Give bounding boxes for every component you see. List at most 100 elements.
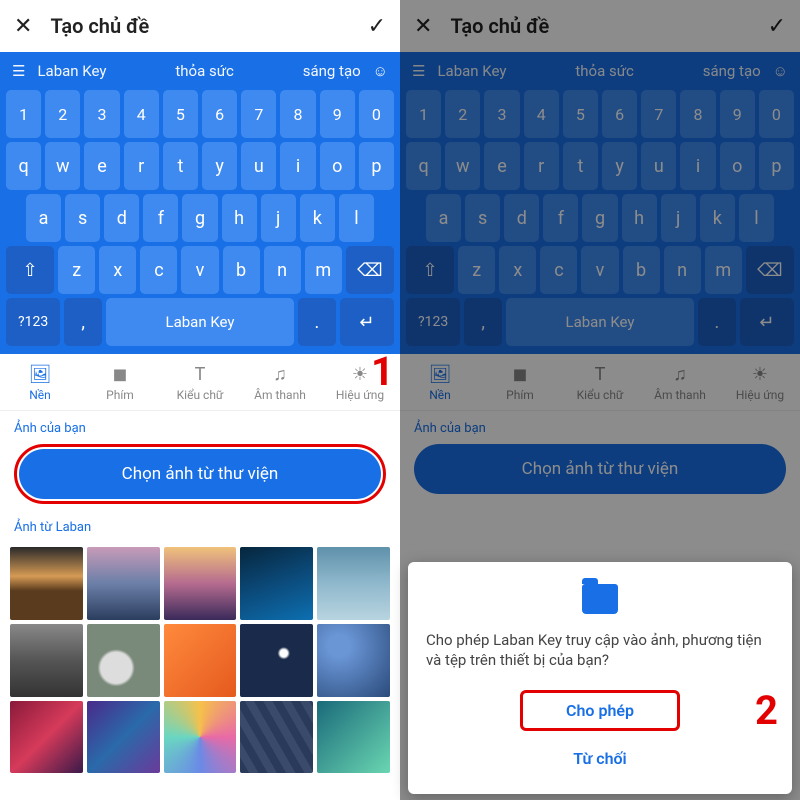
key-symbols[interactable]: ?123 bbox=[6, 298, 60, 346]
key[interactable]: 1 bbox=[406, 90, 441, 138]
key[interactable]: t bbox=[563, 142, 598, 190]
key-q[interactable]: q bbox=[6, 142, 41, 190]
wallpaper-thumb[interactable] bbox=[87, 547, 160, 620]
wallpaper-thumb[interactable] bbox=[10, 701, 83, 774]
tab-sound[interactable]: ♫Âm thanh bbox=[640, 354, 720, 410]
key[interactable]: 6 bbox=[602, 90, 637, 138]
key-n[interactable]: n bbox=[264, 246, 301, 294]
key-p[interactable]: p bbox=[359, 142, 394, 190]
suggest-word-1[interactable]: thỏa sức bbox=[118, 62, 290, 80]
key-4[interactable]: 4 bbox=[124, 90, 159, 138]
wallpaper-thumb[interactable] bbox=[240, 701, 313, 774]
key[interactable]: e bbox=[484, 142, 519, 190]
key[interactable]: 3 bbox=[484, 90, 519, 138]
confirm-icon[interactable]: ✓ bbox=[368, 14, 386, 39]
key[interactable]: m bbox=[705, 246, 742, 294]
wallpaper-thumb[interactable] bbox=[87, 624, 160, 697]
emoji-icon[interactable]: ☺ bbox=[773, 62, 788, 80]
key-g[interactable]: g bbox=[182, 194, 217, 242]
key-r[interactable]: r bbox=[124, 142, 159, 190]
key-u[interactable]: u bbox=[241, 142, 276, 190]
key[interactable]: w bbox=[445, 142, 480, 190]
key-a[interactable]: a bbox=[26, 194, 61, 242]
key[interactable]: y bbox=[602, 142, 637, 190]
key-l[interactable]: l bbox=[339, 194, 374, 242]
tab-background[interactable]: 🖼Nền bbox=[0, 354, 80, 410]
wallpaper-thumb[interactable] bbox=[317, 624, 390, 697]
key[interactable]: n bbox=[664, 246, 701, 294]
key-e[interactable]: e bbox=[84, 142, 119, 190]
key-d[interactable]: d bbox=[104, 194, 139, 242]
key[interactable]: 2 bbox=[445, 90, 480, 138]
key-8[interactable]: 8 bbox=[280, 90, 315, 138]
key-z[interactable]: z bbox=[58, 246, 95, 294]
key-backspace[interactable]: ⌫ bbox=[346, 246, 394, 294]
key[interactable]: 8 bbox=[680, 90, 715, 138]
key-h[interactable]: h bbox=[222, 194, 257, 242]
tab-effects[interactable]: ☀Hiệu ứng bbox=[720, 354, 800, 410]
key[interactable]: j bbox=[661, 194, 696, 242]
emoji-icon[interactable]: ☺ bbox=[373, 62, 388, 80]
close-icon[interactable]: ✕ bbox=[14, 14, 32, 39]
key-w[interactable]: w bbox=[45, 142, 80, 190]
suggest-word-2[interactable]: sáng tạo bbox=[703, 62, 761, 80]
key-period[interactable]: . bbox=[298, 298, 336, 346]
key-2[interactable]: 2 bbox=[45, 90, 80, 138]
suggest-word-2[interactable]: sáng tạo bbox=[303, 62, 361, 80]
allow-button[interactable]: Cho phép bbox=[520, 690, 680, 731]
key-m[interactable]: m bbox=[305, 246, 342, 294]
tab-keys[interactable]: ◼Phím bbox=[80, 354, 160, 410]
key-x[interactable]: x bbox=[99, 246, 136, 294]
key-0[interactable]: 0 bbox=[359, 90, 394, 138]
key[interactable]: o bbox=[720, 142, 755, 190]
key-o[interactable]: o bbox=[320, 142, 355, 190]
key-i[interactable]: i bbox=[280, 142, 315, 190]
key[interactable]: v bbox=[581, 246, 618, 294]
key[interactable]: 5 bbox=[563, 90, 598, 138]
key-k[interactable]: k bbox=[300, 194, 335, 242]
key-mic[interactable]: , bbox=[464, 298, 502, 346]
key[interactable]: r bbox=[524, 142, 559, 190]
wallpaper-thumb[interactable] bbox=[240, 547, 313, 620]
key[interactable]: i bbox=[680, 142, 715, 190]
wallpaper-thumb[interactable] bbox=[87, 701, 160, 774]
key-symbols[interactable]: ?123 bbox=[406, 298, 460, 346]
key-space[interactable]: Laban Key bbox=[506, 298, 694, 346]
key-period[interactable]: . bbox=[698, 298, 736, 346]
key[interactable]: 0 bbox=[759, 90, 794, 138]
key[interactable]: a bbox=[426, 194, 461, 242]
confirm-icon[interactable]: ✓ bbox=[768, 14, 786, 39]
key[interactable]: f bbox=[543, 194, 578, 242]
key-space[interactable]: Laban Key bbox=[106, 298, 294, 346]
choose-gallery-button[interactable]: Chọn ảnh từ thư viện bbox=[19, 449, 381, 499]
key[interactable]: k bbox=[700, 194, 735, 242]
key-j[interactable]: j bbox=[261, 194, 296, 242]
tab-font[interactable]: TKiểu chữ bbox=[160, 354, 240, 410]
suggest-word-1[interactable]: thỏa sức bbox=[518, 62, 690, 80]
key-mic[interactable]: , bbox=[64, 298, 102, 346]
key-shift[interactable]: ⇧ bbox=[406, 246, 454, 294]
wallpaper-thumb[interactable] bbox=[164, 547, 237, 620]
key-s[interactable]: s bbox=[65, 194, 100, 242]
key[interactable]: x bbox=[499, 246, 536, 294]
key-6[interactable]: 6 bbox=[202, 90, 237, 138]
key-y[interactable]: y bbox=[202, 142, 237, 190]
close-icon[interactable]: ✕ bbox=[414, 14, 432, 39]
key-c[interactable]: c bbox=[140, 246, 177, 294]
key[interactable]: z bbox=[458, 246, 495, 294]
key[interactable]: s bbox=[465, 194, 500, 242]
key-5[interactable]: 5 bbox=[163, 90, 198, 138]
menu-icon[interactable]: ☰ bbox=[412, 62, 425, 80]
key[interactable]: c bbox=[540, 246, 577, 294]
tab-font[interactable]: TKiểu chữ bbox=[560, 354, 640, 410]
deny-button[interactable]: Từ chối bbox=[426, 737, 774, 780]
tab-keys[interactable]: ◼Phím bbox=[480, 354, 560, 410]
suggest-brand[interactable]: Laban Key bbox=[37, 62, 106, 80]
key-backspace[interactable]: ⌫ bbox=[746, 246, 794, 294]
key[interactable]: h bbox=[622, 194, 657, 242]
key-shift[interactable]: ⇧ bbox=[6, 246, 54, 294]
key[interactable]: u bbox=[641, 142, 676, 190]
key-7[interactable]: 7 bbox=[241, 90, 276, 138]
key[interactable]: g bbox=[582, 194, 617, 242]
wallpaper-thumb[interactable] bbox=[317, 547, 390, 620]
